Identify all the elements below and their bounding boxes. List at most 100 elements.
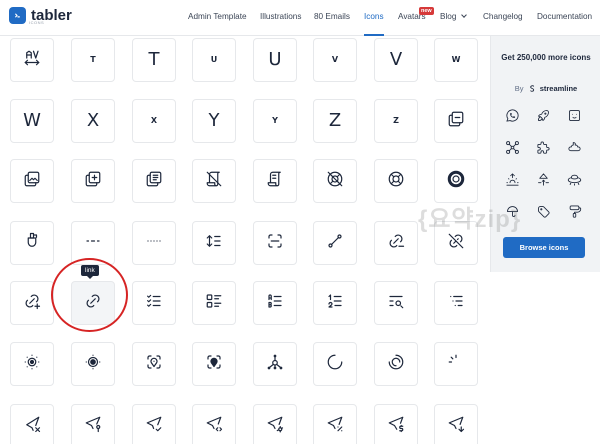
icon-tile-location-check[interactable] — [132, 404, 176, 444]
library-photo-icon — [23, 170, 41, 193]
icon-tile-live-photo-filled[interactable] — [10, 342, 54, 386]
rocket-icon — [534, 106, 552, 124]
icon-tile-lifebuoy[interactable] — [374, 159, 418, 203]
nav-icons[interactable]: Icons — [364, 12, 384, 21]
nav-illustrations[interactable]: Illustrations — [260, 12, 301, 21]
icon-tile-license-off[interactable] — [192, 159, 236, 203]
letter-y-icon: Y — [208, 110, 220, 131]
list-letters-icon — [266, 292, 284, 315]
main-nav: Admin Template Illustrations 80 Emails I… — [0, 0, 600, 36]
list-details-icon — [205, 292, 223, 315]
icon-tile-lifebuoy-filled[interactable] — [434, 159, 478, 203]
location-down-icon — [447, 415, 465, 438]
live-photo-icon — [84, 353, 102, 376]
icon-tile-line-dotted[interactable] — [132, 221, 176, 265]
icon-tile-location-x[interactable] — [10, 404, 54, 444]
link-off-icon — [447, 232, 465, 255]
link-plus-icon — [23, 292, 41, 315]
icon-tile-link-plus[interactable] — [10, 281, 54, 325]
loader-quarter-icon — [447, 353, 465, 376]
icon-tile-live-photo[interactable] — [71, 342, 115, 386]
icon-tile-letter-w[interactable]: W — [10, 99, 54, 143]
icon-tile-lifebuoy-off[interactable] — [313, 159, 357, 203]
poop-icon — [565, 138, 583, 156]
icon-tile-library-plus[interactable] — [71, 159, 115, 203]
icon-tile-library-minus[interactable] — [434, 99, 478, 143]
icon-tile-list-numbers[interactable] — [313, 281, 357, 325]
icon-tile-location-down[interactable] — [434, 404, 478, 444]
icon-tile-letter-z[interactable]: Z — [374, 99, 418, 143]
icon-tile-location-dollar[interactable] — [374, 404, 418, 444]
icon-tile-letter-z[interactable]: Z — [313, 99, 357, 143]
letter-w-icon: W — [451, 55, 461, 64]
line-icon — [326, 232, 344, 255]
nav-blog[interactable]: Blog — [440, 12, 468, 21]
icon-tile-letter-u[interactable]: U — [253, 38, 297, 82]
icon-tile-letter-y[interactable]: Y — [192, 99, 236, 143]
icon-tile-letter-spacing[interactable] — [10, 38, 54, 82]
icon-tile-loader-3[interactable] — [374, 342, 418, 386]
letter-v-icon: V — [331, 55, 339, 64]
nav-80-emails[interactable]: 80 Emails — [314, 12, 350, 21]
icon-tile-line-height[interactable] — [192, 221, 236, 265]
link-tooltip: link — [81, 265, 99, 279]
icon-tile-link[interactable] — [71, 281, 115, 325]
icon-tile-loader-quarter[interactable] — [434, 342, 478, 386]
icon-tile-live-view-filled[interactable] — [192, 342, 236, 386]
icon-tile-library[interactable] — [132, 159, 176, 203]
link-minus-icon — [387, 232, 405, 255]
umbrella-icon — [503, 202, 521, 220]
icon-tile-letter-v[interactable]: V — [313, 38, 357, 82]
promo-by-label: By — [514, 84, 524, 93]
icon-tile-loader-2[interactable] — [313, 342, 357, 386]
face-id-icon — [565, 106, 583, 124]
icon-tile-list-check[interactable] — [132, 281, 176, 325]
icon-tile-letter-w[interactable]: W — [434, 38, 478, 82]
icon-tile-location-discount[interactable] — [313, 404, 357, 444]
icon-tile-lighter[interactable] — [10, 221, 54, 265]
letter-v-icon: V — [389, 49, 403, 70]
icon-tile-letter-u[interactable]: U — [192, 38, 236, 82]
top-navbar: tabler ICONS Admin Template Illustration… — [0, 0, 600, 36]
nav-changelog[interactable]: Changelog — [483, 12, 523, 21]
icon-tile-line[interactable] — [313, 221, 357, 265]
letter-x-icon: X — [150, 116, 158, 125]
icon-tile-list-tree[interactable] — [434, 281, 478, 325]
icon-tile-location-code[interactable] — [192, 404, 236, 444]
icon-tile-list-letters[interactable] — [253, 281, 297, 325]
icon-tile-letter-y[interactable]: Y — [253, 99, 297, 143]
list-search-icon — [387, 292, 405, 315]
line-height-icon — [205, 232, 223, 255]
location-pin-icon — [84, 415, 102, 438]
streamline-logo-icon — [528, 84, 536, 95]
icon-tile-location-cog[interactable] — [253, 404, 297, 444]
icon-tile-letter-x[interactable]: X — [71, 99, 115, 143]
icon-tile-list-search[interactable] — [374, 281, 418, 325]
icon-tile-line-dashed[interactable] — [71, 221, 115, 265]
icon-tile-live-view[interactable] — [132, 342, 176, 386]
letter-u-icon: U — [210, 55, 218, 64]
icon-tile-license[interactable] — [253, 159, 297, 203]
icon-tile-library-photo[interactable] — [10, 159, 54, 203]
letter-z-icon: Z — [328, 110, 342, 131]
icon-tile-location-pin[interactable] — [71, 404, 115, 444]
lifebuoy-icon — [387, 170, 405, 193]
browse-icons-button[interactable]: Browse icons — [503, 237, 585, 258]
loader-2-icon — [326, 353, 344, 376]
whatsapp-icon — [503, 106, 521, 124]
icon-tile-link-off[interactable] — [434, 221, 478, 265]
icon-tile-letter-t[interactable]: T — [71, 38, 115, 82]
letter-x-icon: X — [86, 110, 100, 131]
icon-tile-list-details[interactable] — [192, 281, 236, 325]
loader-3-icon — [387, 353, 405, 376]
icon-tile-load-balancer[interactable] — [253, 342, 297, 386]
nav-admin-template[interactable]: Admin Template — [188, 12, 247, 21]
license-off-icon — [205, 170, 223, 193]
location-dollar-icon — [387, 415, 405, 438]
icon-tile-letter-x[interactable]: X — [132, 99, 176, 143]
nav-documentation[interactable]: Documentation — [537, 12, 592, 21]
icon-tile-letter-t[interactable]: T — [132, 38, 176, 82]
icon-tile-link-minus[interactable] — [374, 221, 418, 265]
icon-tile-line-scan[interactable] — [253, 221, 297, 265]
icon-tile-letter-v[interactable]: V — [374, 38, 418, 82]
